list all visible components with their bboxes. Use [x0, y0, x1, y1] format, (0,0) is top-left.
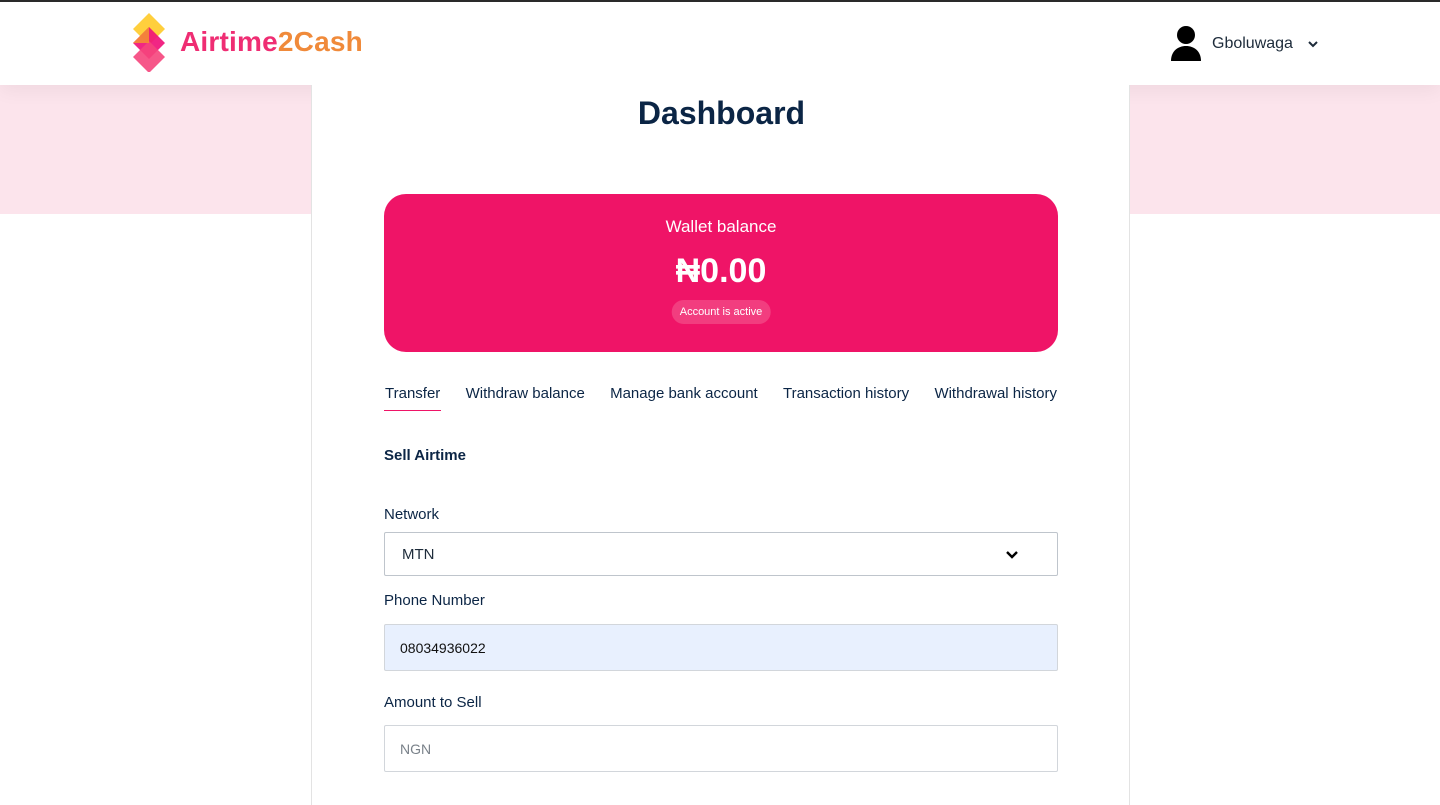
- account-status-badge: Account is active: [671, 300, 771, 324]
- tab-transaction-history[interactable]: Transaction history: [782, 385, 910, 411]
- user-name: Gboluwaga: [1212, 35, 1293, 52]
- tab-transfer[interactable]: Transfer: [384, 385, 442, 411]
- dashboard-card: Dashboard Wallet balance ₦0.00 Account i…: [311, 85, 1130, 805]
- sell-airtime-heading: Sell Airtime: [384, 447, 466, 464]
- wallet-label: Wallet balance: [665, 217, 777, 236]
- top-navbar: Airtime2Cash Gboluwaga: [0, 2, 1440, 85]
- tab-manage-bank-account[interactable]: Manage bank account: [609, 385, 759, 411]
- brand-name: Airtime2Cash: [180, 26, 363, 58]
- chevron-down-icon[interactable]: [1307, 38, 1319, 50]
- brand-name-part1: Airtime: [180, 26, 278, 57]
- user-menu[interactable]: Gboluwaga: [1170, 24, 1319, 64]
- network-select[interactable]: MTN: [384, 532, 1058, 576]
- tab-withdrawal-history[interactable]: Withdrawal history: [933, 385, 1058, 411]
- phone-number-input[interactable]: [384, 624, 1058, 671]
- amount-to-sell-label: Amount to Sell: [384, 694, 482, 711]
- wallet-amount: ₦0.00: [675, 252, 767, 290]
- phone-number-label: Phone Number: [384, 592, 485, 609]
- network-label: Network: [384, 506, 440, 523]
- amount-to-sell-input[interactable]: [384, 725, 1058, 772]
- brand-name-part2: 2Cash: [277, 26, 363, 57]
- wallet-balance-card: Wallet balance ₦0.00 Account is active: [384, 194, 1058, 352]
- network-selected-value: MTN: [402, 546, 435, 563]
- dashboard-tabs: Transfer Withdraw balance Manage bank ac…: [384, 385, 1058, 415]
- user-silhouette-icon: [1171, 26, 1201, 61]
- chevron-down-icon: [1006, 551, 1018, 559]
- tab-withdraw-balance[interactable]: Withdraw balance: [465, 385, 586, 411]
- logo-mark-icon: [133, 13, 165, 72]
- brand-logo[interactable]: Airtime2Cash: [130, 12, 363, 72]
- page-title: Dashboard: [637, 95, 806, 131]
